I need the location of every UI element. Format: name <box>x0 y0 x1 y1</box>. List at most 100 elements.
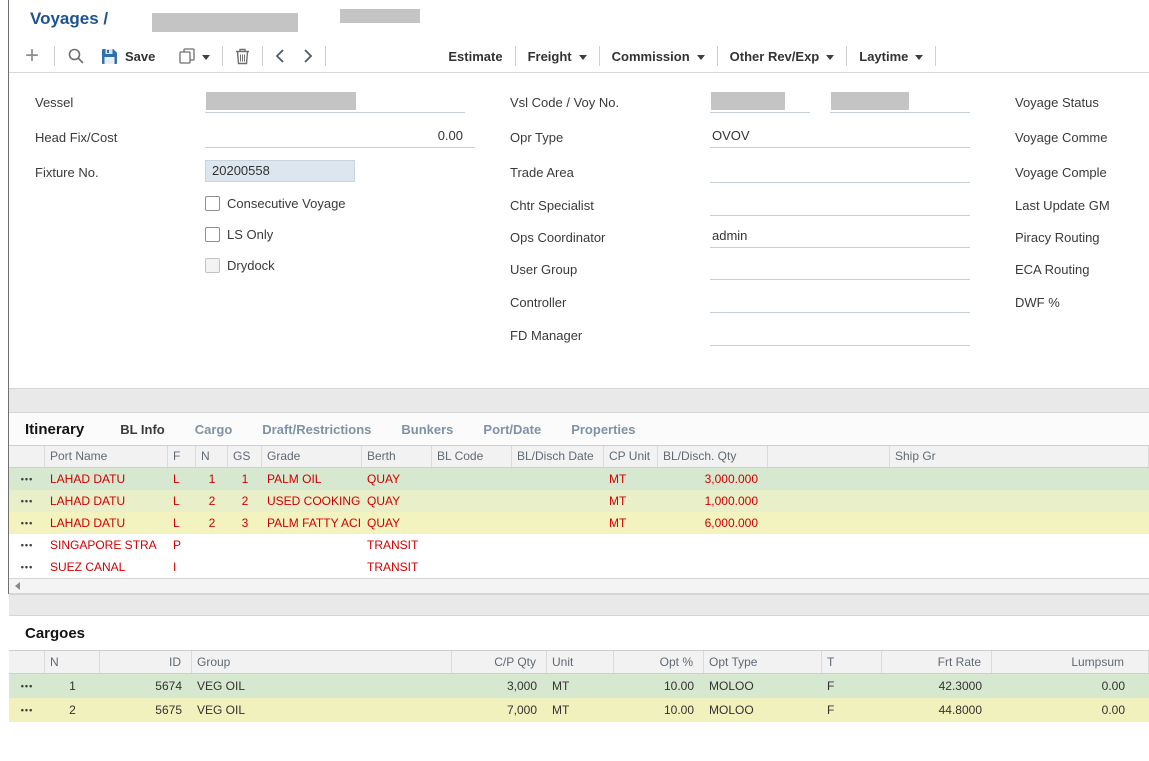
consecutive-voyage-checkbox[interactable]: Consecutive Voyage <box>205 196 346 211</box>
col-n[interactable]: N <box>196 446 228 467</box>
col-bl-code[interactable]: BL Code <box>432 446 512 467</box>
user-group-field[interactable] <box>710 258 970 280</box>
laytime-menu-button[interactable]: Laytime <box>859 49 923 64</box>
section-splitter[interactable] <box>9 388 1149 413</box>
col-berth[interactable]: Berth <box>362 446 432 467</box>
col-cp-qty[interactable]: C/P Qty <box>452 651 547 673</box>
itinerary-row[interactable]: ••• SUEZ CANAL I TRANSIT <box>9 556 1149 578</box>
col-n[interactable]: N <box>45 651 100 673</box>
eca-routing-label: ECA Routing <box>1015 262 1089 277</box>
laytime-label: Laytime <box>859 49 908 64</box>
cell-bl-code <box>432 468 512 490</box>
col-unit[interactable]: Unit <box>547 651 614 673</box>
col-ship-gr[interactable]: Ship Gr <box>890 446 1149 467</box>
col-cp-unit[interactable]: CP Unit <box>604 446 658 467</box>
piracy-routing-label: Piracy Routing <box>1015 230 1100 245</box>
fd-manager-field[interactable] <box>710 324 970 346</box>
tab-bunkers[interactable]: Bunkers <box>401 422 453 437</box>
row-menu-button[interactable]: ••• <box>9 698 45 722</box>
cell-t: F <box>822 674 882 698</box>
col-opt-type[interactable]: Opt Type <box>704 651 822 673</box>
cell-ship-gr <box>890 512 1149 534</box>
ls-only-label: LS Only <box>227 227 273 242</box>
vessel-field[interactable] <box>205 91 465 113</box>
cell-n: 2 <box>196 490 228 512</box>
other-rev-exp-menu-button[interactable]: Other Rev/Exp <box>730 49 835 64</box>
col-port-name[interactable]: Port Name <box>45 446 168 467</box>
save-button[interactable]: Save <box>101 48 155 65</box>
cell-bl-code <box>432 490 512 512</box>
voy-no-field[interactable] <box>830 91 970 113</box>
scroll-left-button[interactable] <box>9 579 25 593</box>
cell-spacer <box>768 556 890 578</box>
opr-type-label: Opr Type <box>510 130 563 145</box>
col-opt-pct[interactable]: Opt % <box>614 651 704 673</box>
tab-port-date[interactable]: Port/Date <box>483 422 541 437</box>
tab-bl-info[interactable]: BL Info <box>120 422 165 437</box>
previous-voyage-button[interactable] <box>275 48 285 64</box>
row-menu-button[interactable]: ••• <box>9 674 45 698</box>
col-lumpsum[interactable]: Lumpsum <box>992 651 1149 673</box>
ops-coordinator-field[interactable]: admin <box>710 226 970 248</box>
voyage-commenced-label: Voyage Comme <box>1015 130 1108 145</box>
section-splitter[interactable] <box>9 594 1149 616</box>
col-bl-disch-qty[interactable]: BL/Disch. Qty <box>658 446 768 467</box>
cell-berth: QUAY <box>362 490 432 512</box>
tab-cargo[interactable]: Cargo <box>195 422 233 437</box>
cell-cp-unit: MT <box>604 512 658 534</box>
next-voyage-button[interactable] <box>303 48 313 64</box>
ls-only-checkbox[interactable]: LS Only <box>205 227 273 242</box>
cell-id: 5674 <box>100 674 192 698</box>
cell-grade <box>262 534 362 556</box>
row-menu-button[interactable]: ••• <box>9 490 45 512</box>
drydock-checkbox: Drydock <box>205 258 275 273</box>
cargo-row[interactable]: ••• 1 5674 VEG OIL 3,000 MT 10.00 MOLOO … <box>9 674 1149 698</box>
itinerary-row[interactable]: ••• LAHAD DATU L 1 1 PALM OIL QUAY MT 3,… <box>9 468 1149 490</box>
cell-cp-unit: MT <box>604 468 658 490</box>
search-button[interactable] <box>67 47 85 65</box>
itinerary-horizontal-scrollbar[interactable] <box>9 578 1149 594</box>
cell-berth: QUAY <box>362 512 432 534</box>
col-bl-disch-date[interactable]: BL/Disch Date <box>512 446 604 467</box>
cell-bl-code <box>432 512 512 534</box>
itinerary-row[interactable]: ••• SINGAPORE STRA P TRANSIT <box>9 534 1149 556</box>
head-fix-cost-field[interactable]: 0.00 <box>205 126 475 148</box>
col-group[interactable]: Group <box>192 651 452 673</box>
cargoes-table-header: N ID Group C/P Qty Unit Opt % Opt Type T… <box>9 650 1149 674</box>
estimate-button[interactable]: Estimate <box>448 49 502 64</box>
trade-area-field[interactable] <box>710 161 970 183</box>
duplicate-voyage-button[interactable] <box>179 48 210 64</box>
controller-field[interactable] <box>710 291 970 313</box>
delete-button[interactable] <box>235 48 250 65</box>
cargo-row[interactable]: ••• 2 5675 VEG OIL 7,000 MT 10.00 MOLOO … <box>9 698 1149 722</box>
tab-draft-restrictions[interactable]: Draft/Restrictions <box>262 422 371 437</box>
row-menu-button[interactable]: ••• <box>9 534 45 556</box>
voyage-status-label: Voyage Status <box>1015 95 1099 110</box>
cell-ship-gr <box>890 556 1149 578</box>
col-t[interactable]: T <box>822 651 882 673</box>
tab-properties[interactable]: Properties <box>571 422 635 437</box>
itinerary-row[interactable]: ••• LAHAD DATU L 2 3 PALM FATTY ACI QUAY… <box>9 512 1149 534</box>
col-grade[interactable]: Grade <box>262 446 362 467</box>
header-handle-column <box>9 651 45 673</box>
commission-menu-button[interactable]: Commission <box>612 49 705 64</box>
cell-grade: PALM OIL <box>262 468 362 490</box>
chtr-specialist-field[interactable] <box>710 194 970 216</box>
col-frt-rate[interactable]: Frt Rate <box>882 651 992 673</box>
opr-type-field[interactable]: OVOV <box>710 126 970 148</box>
row-menu-button[interactable]: ••• <box>9 556 45 578</box>
vsl-code-voy-no-label: Vsl Code / Voy No. <box>510 95 619 110</box>
header-handle-column <box>9 446 45 467</box>
itinerary-row[interactable]: ••• LAHAD DATU L 2 2 USED COOKING QUAY M… <box>9 490 1149 512</box>
freight-menu-button[interactable]: Freight <box>528 49 587 64</box>
drydock-label: Drydock <box>227 258 275 273</box>
col-gs[interactable]: GS <box>228 446 262 467</box>
cell-lumpsum: 0.00 <box>992 698 1149 722</box>
add-voyage-button[interactable]: + <box>22 42 42 70</box>
row-menu-button[interactable]: ••• <box>9 512 45 534</box>
col-id[interactable]: ID <box>100 651 192 673</box>
col-f[interactable]: F <box>168 446 196 467</box>
row-menu-button[interactable]: ••• <box>9 468 45 490</box>
fixture-no-field[interactable]: 20200558 <box>205 160 355 182</box>
vsl-code-field[interactable] <box>710 91 810 113</box>
